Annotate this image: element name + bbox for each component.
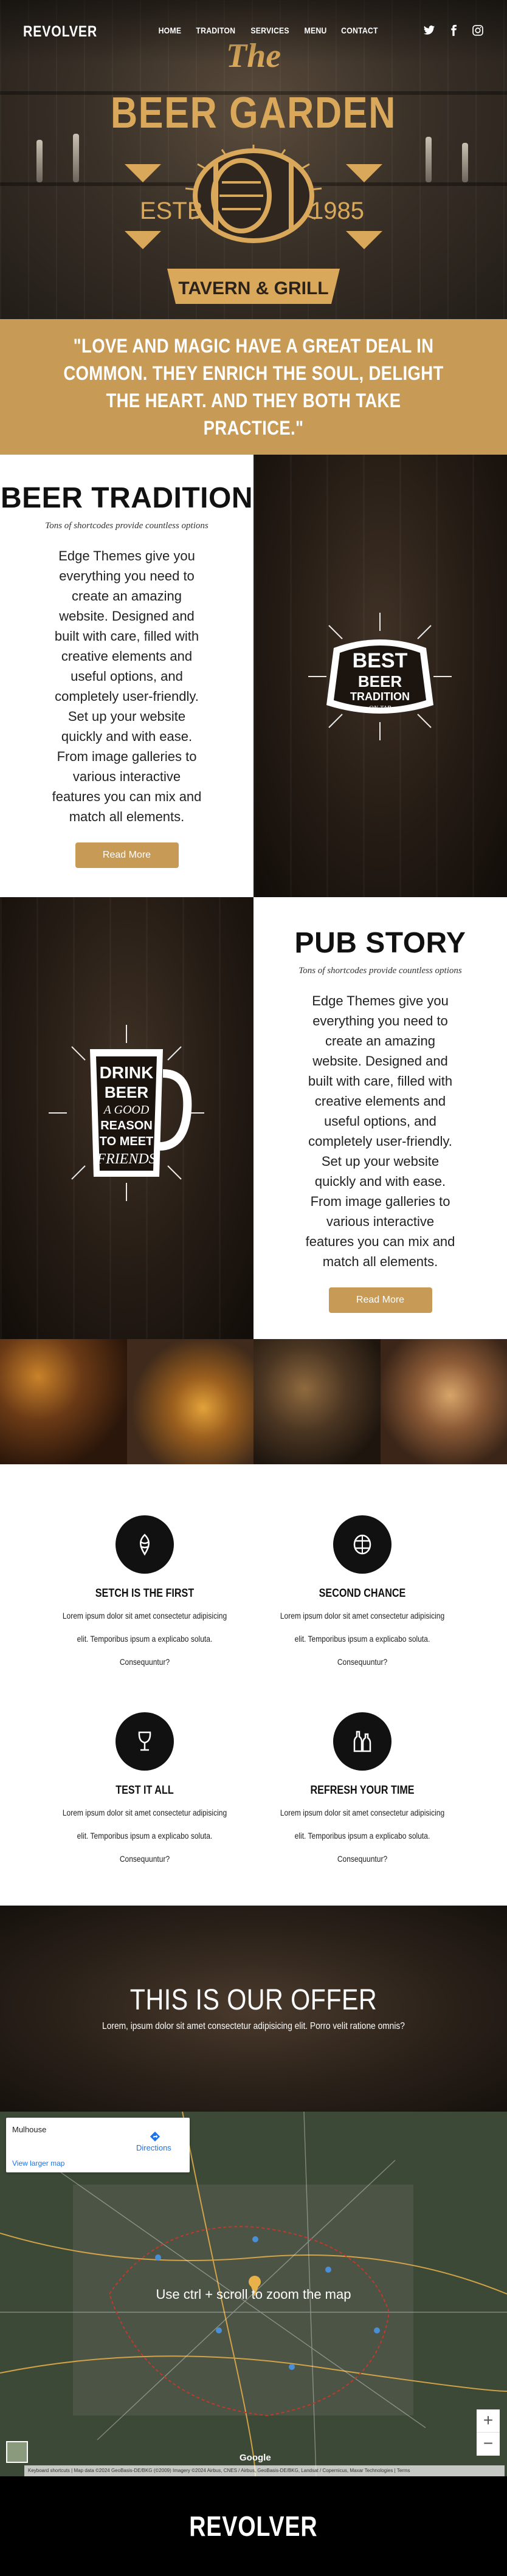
emblem-line-5: TO MEET xyxy=(100,1135,154,1148)
emblem-line-4: REASON xyxy=(100,1119,153,1132)
gallery-photo-beer-toast[interactable] xyxy=(126,1339,254,1464)
nav-services[interactable]: SERVICES xyxy=(251,26,289,35)
main-menu: HOME TRADITON SERVICES MENU CONTACT xyxy=(157,26,390,35)
tradition-title: BEER TRADITION xyxy=(1,482,253,514)
footer-logo[interactable]: REVOLVER xyxy=(189,2510,317,2543)
nav-menu[interactable]: MENU xyxy=(304,26,326,35)
feature-text: Lorem ipsum dolor sit amet consectetur a… xyxy=(280,1808,445,1864)
quote-banner: "LOVE AND MAGIC HAVE A GREAT DEAL IN COM… xyxy=(0,319,507,455)
offer-text: Lorem, ipsum dolor sit amet consectetur … xyxy=(102,2021,405,2031)
pub-story-text-panel: PUB STORY Tons of shortcodes provide cou… xyxy=(254,897,507,1340)
feature-card: SECOND CHANCE Lorem ipsum dolor sit amet… xyxy=(265,1515,460,1673)
pub-story-body: Edge Themes give you everything you need… xyxy=(305,993,455,1269)
zoom-out-button[interactable]: − xyxy=(477,2433,500,2456)
hops-icon xyxy=(116,1515,174,1574)
feature-card: SETCH IS THE FIRST Lorem ipsum dolor sit… xyxy=(47,1515,242,1673)
features-section: SETCH IS THE FIRST Lorem ipsum dolor sit… xyxy=(0,1464,507,1906)
badge-estb: ESTB xyxy=(140,198,203,224)
emblem-line-4: ON TAP xyxy=(369,704,391,712)
twitter-icon[interactable] xyxy=(423,24,435,36)
view-larger-map-link[interactable]: View larger map xyxy=(12,2159,64,2168)
gallery-photo-friends-cheers[interactable] xyxy=(380,1339,507,1464)
nav-tradition[interactable]: TRADITON xyxy=(196,26,235,35)
footer: REVOLVER xyxy=(0,2476,507,2576)
emblem-line-1: BEST xyxy=(353,649,408,672)
map-place-name: Mulhouse xyxy=(12,2125,47,2134)
feature-title: SECOND CHANCE xyxy=(319,1587,406,1600)
best-beer-tradition-emblem: BEST BEER TRADITION ON TAP xyxy=(308,613,452,740)
keg-icon xyxy=(333,1515,391,1574)
photo-gallery xyxy=(0,1339,507,1464)
pub-story-title: PUB STORY xyxy=(294,927,466,959)
beer-tap xyxy=(462,143,468,182)
barrel-icon xyxy=(193,148,314,243)
tradition-subtitle: Tons of shortcodes provide countless opt… xyxy=(45,521,209,531)
tradition-read-more-button[interactable]: Read More xyxy=(75,842,179,868)
tradition-image-panel: BEST BEER TRADITION ON TAP xyxy=(254,455,507,897)
feature-title: TEST IT ALL xyxy=(116,1784,174,1797)
wine-glass-icon xyxy=(116,1712,174,1771)
drink-beer-emblem: DRINK BEER A GOOD REASON TO MEET FRIENDS xyxy=(49,1025,204,1201)
beer-tap xyxy=(73,134,79,182)
pub-story-subtitle: Tons of shortcodes provide countless opt… xyxy=(298,966,462,976)
instagram-icon[interactable] xyxy=(472,24,484,36)
offer-banner: THIS IS OUR OFFER Lorem, ipsum dolor sit… xyxy=(0,1906,507,2112)
emblem-line-3: A GOOD xyxy=(103,1103,150,1117)
beer-garden-badge: The BEER GARDEN xyxy=(111,37,396,304)
zoom-in-button[interactable]: + xyxy=(477,2409,500,2433)
emblem-line-3: TRADITION xyxy=(350,690,410,703)
feature-text: Lorem ipsum dolor sit amet consectetur a… xyxy=(62,1808,227,1864)
gallery-photo-bar-interior[interactable] xyxy=(0,1339,127,1464)
badge-year: 1985 xyxy=(310,198,364,224)
beer-tap xyxy=(426,137,432,182)
tradition-body: Edge Themes give you everything you need… xyxy=(52,548,202,824)
emblem-line-2: BEER xyxy=(105,1083,148,1101)
directions-icon[interactable] xyxy=(150,2131,160,2142)
emblem-line-1: DRINK xyxy=(100,1063,154,1082)
nav-contact[interactable]: CONTACT xyxy=(341,26,378,35)
hero: The BEER GARDEN xyxy=(0,0,507,319)
google-logo: Google xyxy=(240,2453,271,2463)
feature-text: Lorem ipsum dolor sit amet consectetur a… xyxy=(280,1611,445,1667)
page: The BEER GARDEN xyxy=(0,0,507,2576)
emblem-line-2: BEER xyxy=(358,672,402,690)
feature-card: TEST IT ALL Lorem ipsum dolor sit amet c… xyxy=(47,1712,242,1870)
emblem-line-6: FRIENDS xyxy=(96,1151,156,1167)
pub-story-image-panel: DRINK BEER A GOOD REASON TO MEET FRIENDS xyxy=(0,897,254,1340)
pub-story-read-more-button[interactable]: Read More xyxy=(328,1287,432,1313)
tradition-text-panel: BEER TRADITION Tons of shortcodes provid… xyxy=(0,455,254,897)
badge-ribbon-text: TAVERN & GRILL xyxy=(178,278,328,298)
feature-card: REFRESH YOUR TIME Lorem ipsum dolor sit … xyxy=(265,1712,460,1870)
beer-tap xyxy=(36,140,43,182)
map-layer-toggle[interactable] xyxy=(6,2441,28,2463)
top-nav: REVOLVER HOME TRADITON SERVICES MENU CON… xyxy=(0,0,507,63)
facebook-icon[interactable] xyxy=(447,24,460,36)
map-place-card: Mulhouse Directions View larger map xyxy=(6,2118,190,2172)
google-map[interactable]: Mulhouse Directions View larger map Use … xyxy=(0,2112,507,2476)
bottles-icon xyxy=(333,1712,391,1771)
feature-title: REFRESH YOUR TIME xyxy=(310,1784,415,1797)
feature-title: SETCH IS THE FIRST xyxy=(95,1587,195,1600)
site-logo[interactable]: REVOLVER xyxy=(23,23,97,41)
map-attribution[interactable]: Keyboard shortcuts | Map data ©2024 GeoB… xyxy=(24,2465,505,2476)
offer-title: THIS IS OUR OFFER xyxy=(129,1984,378,2016)
map-zoom-hint: Use ctrl + scroll to zoom the map xyxy=(156,2287,351,2302)
badge-title: BEER GARDEN xyxy=(111,89,396,137)
gallery-photo-bar-shelves[interactable] xyxy=(254,1339,381,1464)
quote-text: "LOVE AND MAGIC HAVE A GREAT DEAL IN COM… xyxy=(63,334,444,439)
directions-link[interactable]: Directions xyxy=(136,2143,171,2152)
feature-text: Lorem ipsum dolor sit amet consectetur a… xyxy=(62,1611,227,1667)
nav-home[interactable]: HOME xyxy=(159,26,182,35)
social-links xyxy=(423,24,484,36)
